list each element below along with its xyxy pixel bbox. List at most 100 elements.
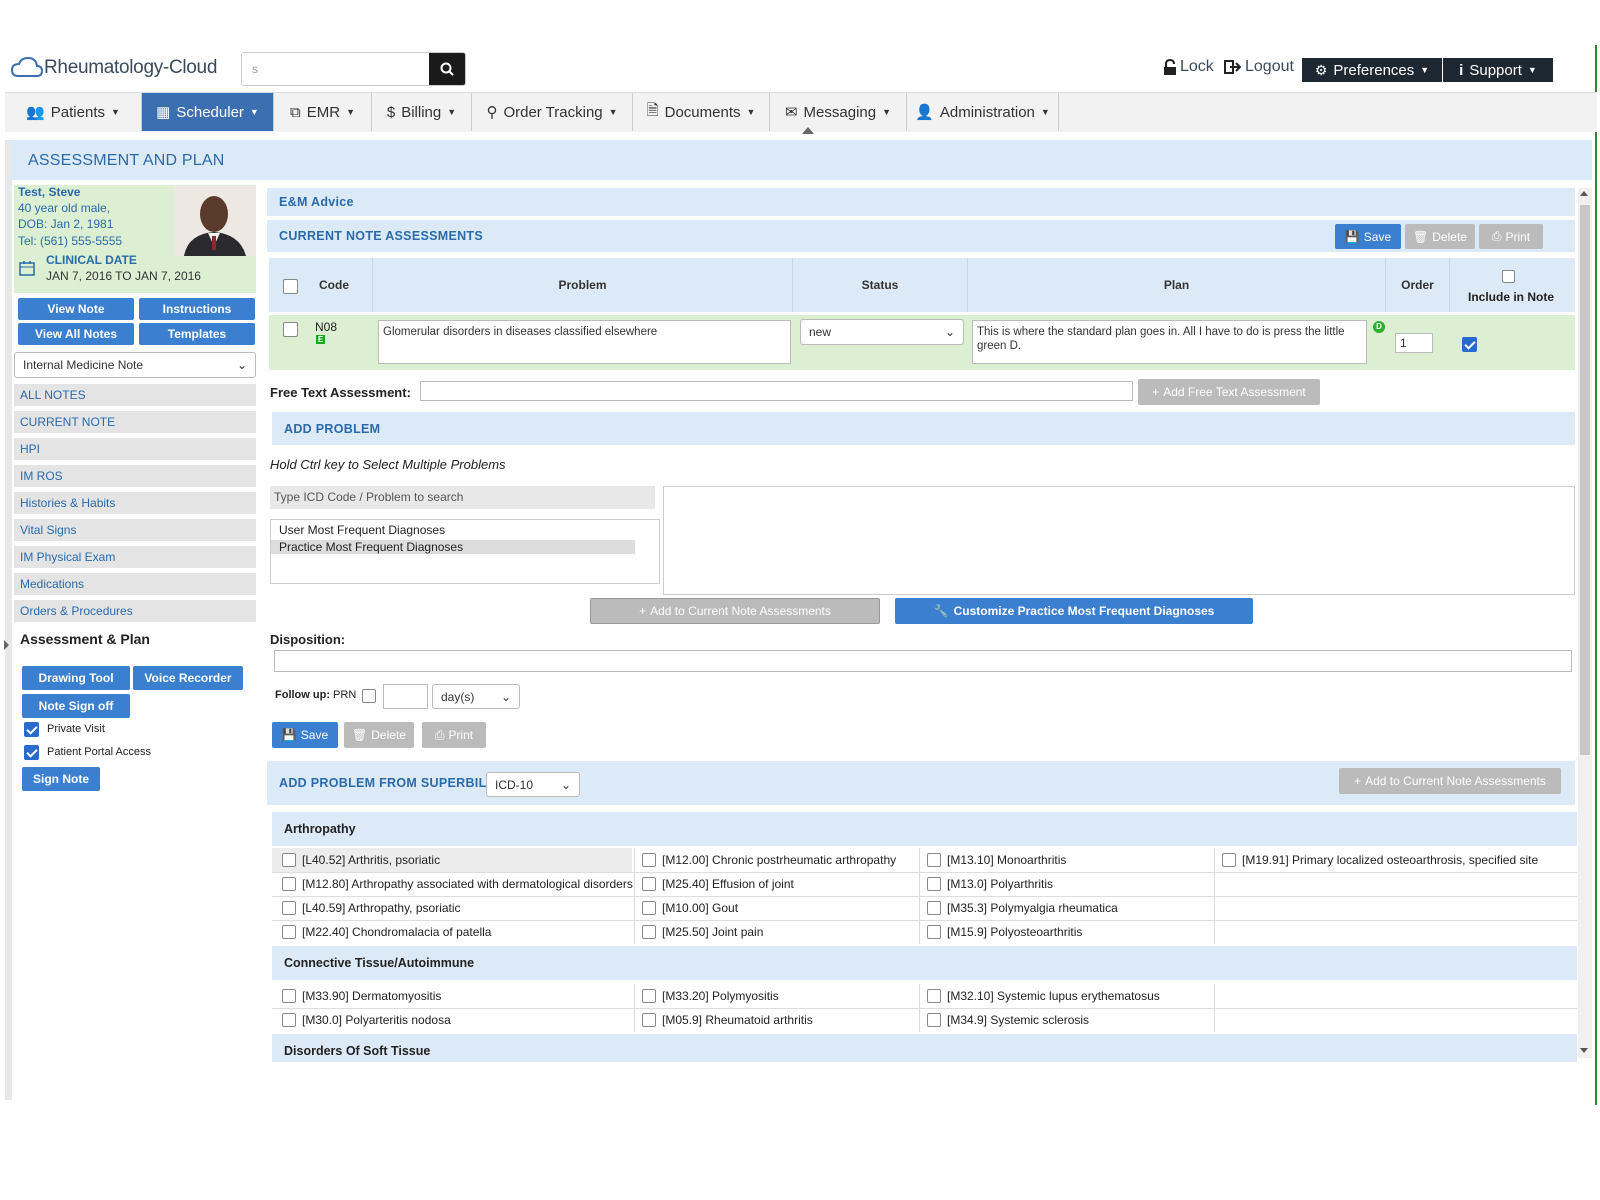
icd-search-input[interactable]: Type ICD Code / Problem to search <box>270 486 655 509</box>
checkbox[interactable] <box>642 853 656 867</box>
nav-scheduler[interactable]: ▦ Scheduler ▼ <box>142 93 274 131</box>
app-logo[interactable]: Rheumatology-Cloud <box>10 52 230 84</box>
list-item-user-frequent[interactable]: User Most Frequent Diagnoses <box>271 520 659 540</box>
private-visit-checkbox[interactable] <box>24 722 39 737</box>
voice-recorder-button[interactable]: Voice Recorder <box>133 666 243 690</box>
checkbox[interactable] <box>282 1013 296 1027</box>
sidebar-item-medications[interactable]: Medications <box>14 573 256 595</box>
code-badge[interactable]: E <box>316 335 325 344</box>
search-input[interactable] <box>242 53 429 85</box>
assess-print-button[interactable]: ⎙ Print <box>1479 224 1543 249</box>
sidebar-item-hpi[interactable]: HPI <box>14 438 256 460</box>
select-all-checkbox[interactable] <box>283 279 298 294</box>
instructions-button[interactable]: Instructions <box>139 298 255 320</box>
add-free-text-button[interactable]: + Add Free Text Assessment <box>1138 379 1320 405</box>
view-all-notes-button[interactable]: View All Notes <box>18 323 134 345</box>
diagnosis-item[interactable]: [M12.80] Arthropathy associated with der… <box>282 872 633 896</box>
nav-billing[interactable]: $ Billing ▼ <box>372 93 472 131</box>
row-code[interactable]: N08 <box>315 320 337 334</box>
view-note-button[interactable]: View Note <box>18 298 134 320</box>
patient-portal-checkbox[interactable] <box>24 745 39 760</box>
checkbox[interactable] <box>642 989 656 1003</box>
problem-textarea[interactable]: Glomerular disorders in diseases classif… <box>378 320 791 364</box>
sidebar-item-assessment-plan[interactable]: Assessment & Plan <box>20 631 150 647</box>
em-advice-bar[interactable]: E&M Advice <box>267 188 1575 216</box>
left-collapse-strip[interactable] <box>5 140 12 1100</box>
assess-save-button[interactable]: 💾 Save <box>1335 224 1401 249</box>
checkbox[interactable] <box>282 901 296 915</box>
checkbox[interactable] <box>927 877 941 891</box>
diagnosis-item[interactable]: [M30.0] Polyarteritis nodosa <box>282 1008 451 1032</box>
diagnosis-item[interactable]: [L40.52] Arthritis, psoriatic <box>282 848 440 872</box>
diagnosis-item[interactable]: [M35.3] Polymyalgia rheumatica <box>927 896 1118 920</box>
lock-link[interactable]: Lock <box>1163 58 1214 76</box>
checkbox[interactable] <box>927 925 941 939</box>
checkbox[interactable] <box>642 1013 656 1027</box>
scroll-down-arrow[interactable] <box>1580 1048 1588 1053</box>
diagnosis-item[interactable]: [M15.9] Polyosteoarthritis <box>927 920 1082 944</box>
checkbox[interactable] <box>282 877 296 891</box>
sidebar-item-vital-signs[interactable]: Vital Signs <box>14 519 256 541</box>
diagnosis-item[interactable]: [M10.00] Gout <box>642 896 738 920</box>
sidebar-item-all-notes[interactable]: ALL NOTES <box>14 384 256 406</box>
checkbox[interactable] <box>282 925 296 939</box>
diagnosis-item[interactable]: [M33.90] Dermatomyositis <box>282 984 441 1008</box>
diagnosis-item[interactable]: [M13.10] Monoarthritis <box>927 848 1066 872</box>
search-button[interactable] <box>429 53 465 85</box>
diagnosis-item[interactable]: [M25.40] Effusion of joint <box>642 872 794 896</box>
patient-name[interactable]: Test, Steve <box>18 185 80 199</box>
scrollbar-thumb[interactable] <box>1580 205 1590 755</box>
add-to-assessments-button[interactable]: + Add to Current Note Assessments <box>590 598 880 624</box>
status-select[interactable]: new ⌄ <box>800 319 964 345</box>
include-all-checkbox[interactable] <box>1502 270 1515 283</box>
sign-note-button[interactable]: Sign Note <box>22 767 100 791</box>
assess-delete-button[interactable]: 🗑 Delete <box>1405 224 1475 249</box>
sidebar-item-im-ros[interactable]: IM ROS <box>14 465 256 487</box>
default-plan-icon[interactable]: D <box>1373 321 1385 333</box>
diagnosis-item[interactable]: [M05.9] Rheumatoid arthritis <box>642 1008 813 1032</box>
nav-messaging[interactable]: ✉ Messaging ▼ <box>770 93 907 131</box>
diagnosis-item[interactable]: [M34.9] Systemic sclerosis <box>927 1008 1089 1032</box>
customize-frequent-button[interactable]: 🔧 Customize Practice Most Frequent Diagno… <box>895 598 1253 624</box>
list-item-practice-frequent[interactable]: Practice Most Frequent Diagnoses <box>271 540 635 554</box>
preferences-button[interactable]: ⚙ Preferences ▼ <box>1302 58 1442 82</box>
diagnosis-item[interactable]: [M19.91] Primary localized osteoarthrosi… <box>1222 848 1538 872</box>
diagnosis-item[interactable]: [M33.20] Polymyositis <box>642 984 779 1008</box>
order-input[interactable]: 1 <box>1395 333 1433 353</box>
code-set-select[interactable]: ICD-10 ⌄ <box>486 772 580 797</box>
include-in-note-checkbox[interactable] <box>1462 337 1477 352</box>
sidebar-item-orders[interactable]: Orders & Procedures <box>14 600 256 622</box>
drawing-tool-button[interactable]: Drawing Tool <box>22 666 130 690</box>
problem-results-list[interactable] <box>663 486 1575 595</box>
diagnosis-item[interactable]: [M25.50] Joint pain <box>642 920 763 944</box>
frequent-list[interactable]: User Most Frequent Diagnoses Practice Mo… <box>270 519 660 584</box>
followup-unit-select[interactable]: day(s) ⌄ <box>432 684 520 709</box>
plan-textarea[interactable]: This is where the standard plan goes in.… <box>972 320 1367 364</box>
checkbox[interactable] <box>282 853 296 867</box>
nav-order-tracking[interactable]: ⚲ Order Tracking ▼ <box>472 93 633 131</box>
note-sign-off-button[interactable]: Note Sign off <box>22 694 130 718</box>
diagnosis-item[interactable]: [M22.40] Chondromalacia of patella <box>282 920 491 944</box>
delete-button[interactable]: 🗑 Delete <box>344 722 414 748</box>
sidebar-item-current-note[interactable]: CURRENT NOTE <box>14 411 256 433</box>
checkbox[interactable] <box>642 877 656 891</box>
nav-emr[interactable]: ⧉ EMR ▼ <box>274 93 372 131</box>
diagnosis-item[interactable]: [L40.59] Arthropathy, psoriatic <box>282 896 461 920</box>
diagnosis-item[interactable]: [M13.0] Polyarthritis <box>927 872 1053 896</box>
free-text-input[interactable] <box>420 381 1133 401</box>
save-button[interactable]: 💾 Save <box>272 722 338 748</box>
sidebar-item-physical-exam[interactable]: IM Physical Exam <box>14 546 256 568</box>
checkbox[interactable] <box>927 901 941 915</box>
followup-number-input[interactable] <box>383 684 428 709</box>
nav-patients[interactable]: 👥 Patients ▼ <box>5 93 142 131</box>
checkbox[interactable] <box>927 1013 941 1027</box>
prn-checkbox[interactable] <box>362 689 376 703</box>
nav-administration[interactable]: 👤 Administration ▼ <box>907 93 1059 131</box>
checkbox[interactable] <box>642 925 656 939</box>
diagnosis-item[interactable]: [M12.00] Chronic postrheumatic arthropat… <box>642 848 896 872</box>
disposition-textarea[interactable] <box>274 650 1572 672</box>
scroll-up-arrow[interactable] <box>1580 191 1588 196</box>
expand-arrow-icon[interactable] <box>4 640 9 650</box>
note-type-select[interactable]: Internal Medicine Note ⌄ <box>14 352 256 378</box>
nav-documents[interactable]: 🗎 Documents ▼ <box>633 93 770 131</box>
